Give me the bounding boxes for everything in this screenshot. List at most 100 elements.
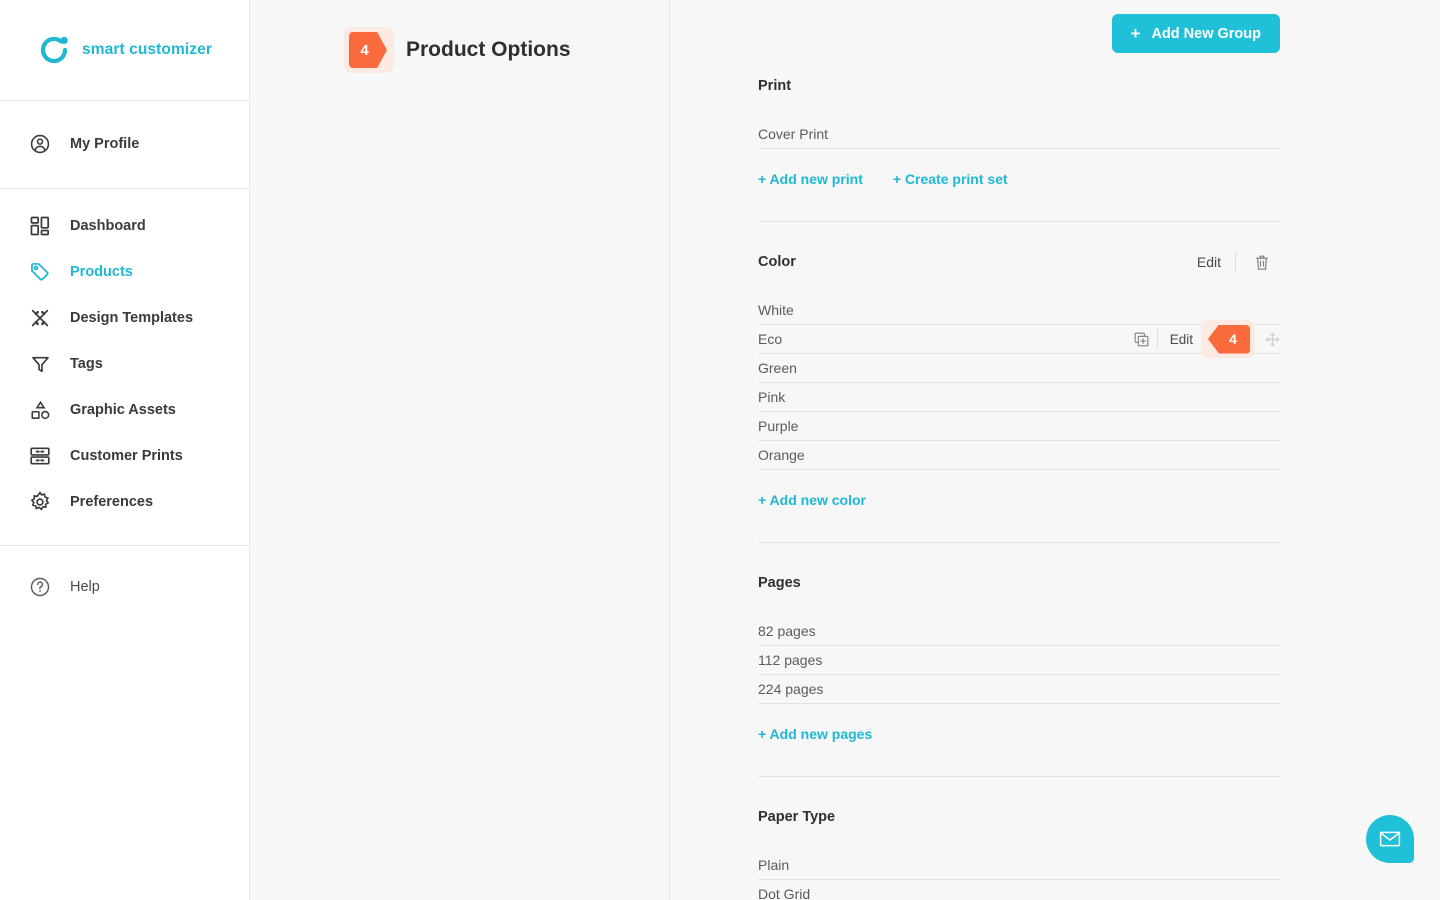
- brand-logo[interactable]: smart customizer: [0, 0, 249, 101]
- step-column: 4 Product Options: [250, 0, 670, 900]
- section-links: + Add new color: [758, 492, 1280, 538]
- option-label: Orange: [758, 447, 805, 463]
- add-new-color-link[interactable]: + Add new color: [758, 492, 866, 508]
- section-title: Color: [758, 254, 796, 270]
- user-circle-icon: [28, 132, 52, 156]
- nav-group-help: Help: [0, 546, 249, 610]
- option-label: Plain: [758, 857, 790, 873]
- row-actions: Edit 4: [1126, 320, 1280, 358]
- copy-icon: [1134, 332, 1149, 346]
- grid-icon: [28, 214, 52, 238]
- option-list: Plain Dot Grid Lined: [758, 851, 1280, 900]
- nav-group-main: Dashboard Products Design Templates Tags…: [0, 189, 249, 546]
- list-item[interactable]: Pink: [758, 383, 1280, 412]
- list-item[interactable]: 112 pages: [758, 646, 1280, 675]
- sidebar: smart customizer My Profile Dashboard Pr…: [0, 0, 250, 900]
- section-actions: Edit: [1183, 252, 1280, 272]
- sidebar-item-label: Help: [70, 579, 100, 595]
- list-item[interactable]: White: [758, 296, 1280, 325]
- option-label: 112 pages: [758, 652, 823, 668]
- section-header: Print: [758, 68, 1280, 104]
- sidebar-item-label: Preferences: [70, 494, 154, 510]
- options-toolbar: + Add New Group: [670, 0, 1440, 68]
- edit-option-button[interactable]: Edit: [1158, 332, 1205, 347]
- trash-icon: [1256, 255, 1268, 270]
- funnel-icon: [28, 352, 52, 376]
- badge-number: 4: [1229, 331, 1237, 347]
- section-color: Color Edit White Eco Edit 4 Green Pink P…: [758, 221, 1280, 542]
- sidebar-item-customer-prints[interactable]: Customer Prints: [0, 433, 249, 479]
- sidebar-item-label: Graphic Assets: [70, 402, 176, 418]
- question-circle-icon: [28, 575, 52, 599]
- option-list: White Eco Edit 4 Green Pink Purple Orang…: [758, 296, 1280, 470]
- option-label: Eco: [758, 331, 783, 347]
- add-new-group-button[interactable]: + Add New Group: [1111, 14, 1280, 53]
- envelope-icon: [1379, 831, 1401, 847]
- circle-dot-logo-icon: [40, 36, 68, 64]
- duplicate-option-button[interactable]: [1126, 332, 1157, 347]
- section-title: Paper Type: [758, 809, 836, 825]
- list-item[interactable]: Plain: [758, 851, 1280, 880]
- chat-widget-button[interactable]: [1366, 815, 1414, 863]
- section-title: Print: [758, 78, 792, 94]
- printer-icon: [28, 444, 52, 468]
- section-edit-button[interactable]: Edit: [1183, 254, 1235, 270]
- drag-handle[interactable]: [1251, 332, 1280, 347]
- option-list: Cover Print: [758, 120, 1280, 149]
- section-pages: Pages 82 pages 112 pages 224 pages + Add…: [758, 542, 1280, 776]
- sidebar-item-label: Dashboard: [70, 218, 146, 234]
- section-header: Color Edit: [758, 244, 1280, 280]
- step-number-badge: 4: [344, 27, 394, 73]
- badge-number: 4: [360, 41, 369, 59]
- move-icon: [1265, 332, 1280, 346]
- sidebar-item-label: Customer Prints: [70, 448, 183, 464]
- list-item[interactable]: Orange: [758, 441, 1280, 470]
- section-paper-type: Paper Type Plain Dot Grid Lined: [758, 776, 1280, 900]
- sidebar-item-label: My Profile: [70, 136, 140, 152]
- create-print-set-link[interactable]: + Create print set: [893, 171, 1008, 187]
- list-item[interactable]: Cover Print: [758, 120, 1280, 149]
- option-label: Pink: [758, 389, 786, 405]
- delete-section-button[interactable]: [1236, 254, 1280, 271]
- option-label: Green: [758, 360, 797, 376]
- option-label: Cover Print: [758, 126, 829, 142]
- pencil-ruler-icon: [28, 306, 52, 330]
- page-title: Product Options: [406, 38, 571, 61]
- add-new-pages-link[interactable]: + Add new pages: [758, 726, 872, 742]
- option-step-badge: 4: [1201, 320, 1255, 358]
- sidebar-item-preferences[interactable]: Preferences: [0, 479, 249, 525]
- gear-icon: [28, 490, 52, 514]
- sidebar-item-products[interactable]: Products: [0, 249, 249, 295]
- sidebar-item-label: Tags: [70, 356, 103, 372]
- sidebar-item-design-templates[interactable]: Design Templates: [0, 295, 249, 341]
- plus-icon: +: [1130, 24, 1141, 43]
- option-label: Purple: [758, 418, 799, 434]
- sidebar-item-graphic-assets[interactable]: Graphic Assets: [0, 387, 249, 433]
- sidebar-item-help[interactable]: Help: [0, 564, 249, 610]
- sidebar-item-dashboard[interactable]: Dashboard: [0, 203, 249, 249]
- list-item[interactable]: Dot Grid: [758, 880, 1280, 900]
- list-item-active[interactable]: Eco Edit 4: [758, 320, 1280, 358]
- options-sections: Print Cover Print + Add new print + Crea…: [670, 68, 1440, 900]
- list-item[interactable]: Green: [758, 354, 1280, 383]
- section-header: Paper Type: [758, 799, 1280, 835]
- add-new-print-link[interactable]: + Add new print: [758, 171, 863, 187]
- option-label: Dot Grid: [758, 886, 811, 900]
- list-item[interactable]: 224 pages: [758, 675, 1280, 704]
- sidebar-item-my-profile[interactable]: My Profile: [0, 121, 249, 167]
- page-title-block: 4 Product Options: [344, 27, 669, 73]
- section-links: + Add new pages: [758, 726, 1280, 772]
- option-list: 82 pages 112 pages 224 pages: [758, 617, 1280, 704]
- list-item[interactable]: Purple: [758, 412, 1280, 441]
- option-label: 82 pages: [758, 623, 816, 639]
- section-links: + Add new print + Create print set: [758, 171, 1280, 217]
- sidebar-item-tags[interactable]: Tags: [0, 341, 249, 387]
- tag-icon: [28, 260, 52, 284]
- options-panel: + Add New Group Print Cover Print + Add …: [670, 0, 1440, 900]
- option-label: 224 pages: [758, 681, 824, 697]
- list-item[interactable]: 82 pages: [758, 617, 1280, 646]
- sidebar-item-label: Design Templates: [70, 310, 194, 326]
- add-new-group-label: Add New Group: [1151, 25, 1261, 42]
- section-title: Pages: [758, 575, 801, 591]
- nav-group-profile: My Profile: [0, 101, 249, 189]
